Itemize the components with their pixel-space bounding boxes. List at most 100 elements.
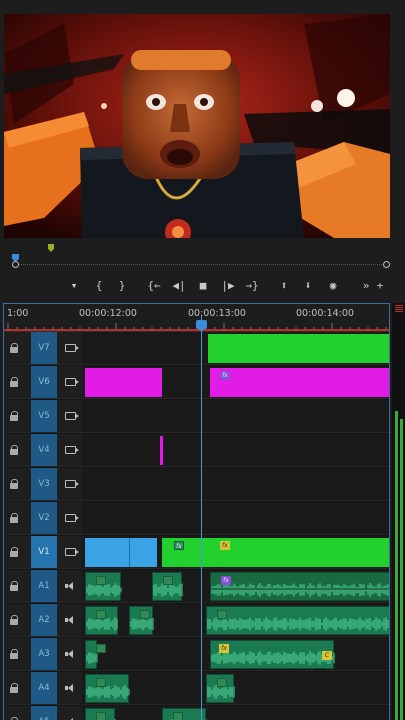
mark-in-button[interactable]: { xyxy=(90,277,108,295)
export-frame-button[interactable]: ◉ xyxy=(324,277,342,295)
track-row-v1[interactable]: V1 fx fx xyxy=(4,536,389,569)
track-row-v2[interactable]: V2 xyxy=(4,502,389,535)
scrubber-track[interactable] xyxy=(14,264,390,265)
mark-out-button[interactable]: } xyxy=(113,277,131,295)
video-clip[interactable]: fx xyxy=(162,538,210,567)
audio-clip[interactable] xyxy=(162,708,207,720)
track-lane[interactable] xyxy=(82,604,389,636)
toggle-output-icon[interactable] xyxy=(65,344,79,352)
fx-badge-icon[interactable]: fx xyxy=(221,576,231,585)
track-lane[interactable]: fx C xyxy=(82,638,389,670)
track-lane[interactable] xyxy=(82,332,389,364)
lock-icon[interactable] xyxy=(10,377,19,387)
audio-clip[interactable] xyxy=(152,572,183,601)
track-lane[interactable]: fx xyxy=(82,570,389,602)
add-marker-button[interactable]: ▾ xyxy=(65,277,83,295)
track-name[interactable]: A5 xyxy=(31,706,57,720)
track-name[interactable]: V3 xyxy=(31,468,57,500)
track-row-a2[interactable]: A2 xyxy=(4,604,389,637)
track-row-v3[interactable]: V3 xyxy=(4,468,389,501)
add-button[interactable]: + xyxy=(371,277,389,295)
toggle-output-icon[interactable] xyxy=(65,480,79,488)
audio-clip[interactable] xyxy=(85,572,122,601)
step-back-button[interactable]: ◀| xyxy=(170,277,188,295)
lock-icon[interactable] xyxy=(10,445,19,455)
fx-badge-icon[interactable]: fx xyxy=(219,644,229,653)
track-name[interactable]: V4 xyxy=(31,434,57,466)
fx-badge-icon[interactable]: fx xyxy=(174,541,184,550)
video-clip[interactable] xyxy=(85,538,129,567)
track-row-v6[interactable]: V6 fx xyxy=(4,366,389,399)
track-lane[interactable] xyxy=(82,706,389,720)
step-forward-button[interactable]: |▶ xyxy=(219,277,237,295)
toggle-output-icon[interactable] xyxy=(65,548,79,556)
video-clip[interactable] xyxy=(129,538,157,567)
speaker-icon[interactable] xyxy=(65,684,73,692)
lock-icon[interactable] xyxy=(10,547,19,557)
track-name[interactable]: A3 xyxy=(31,638,57,670)
track-row-a3[interactable]: A3 fx C xyxy=(4,638,389,671)
track-lane[interactable] xyxy=(82,400,389,432)
audio-clip[interactable] xyxy=(85,708,116,720)
video-clip[interactable]: fx xyxy=(210,368,389,397)
track-row-v7[interactable]: V7 xyxy=(4,332,389,365)
video-clip[interactable] xyxy=(208,334,389,363)
track-lane[interactable] xyxy=(82,434,389,466)
fx-badge-icon[interactable]: fx xyxy=(220,541,230,550)
track-lane[interactable] xyxy=(82,502,389,534)
go-to-in-button[interactable]: {← xyxy=(145,277,163,295)
track-name[interactable]: A2 xyxy=(31,604,57,636)
go-to-out-button[interactable]: →} xyxy=(243,277,261,295)
lock-icon[interactable] xyxy=(10,343,19,353)
monitor-scrubber[interactable] xyxy=(10,244,390,272)
audio-clip[interactable] xyxy=(85,674,130,703)
track-row-v4[interactable]: V4 xyxy=(4,434,389,467)
out-point-handle[interactable] xyxy=(383,261,390,268)
track-row-a1[interactable]: A1 fx xyxy=(4,570,389,603)
lock-icon[interactable] xyxy=(10,581,19,591)
toggle-output-icon[interactable] xyxy=(65,378,79,386)
speaker-icon[interactable] xyxy=(65,650,73,658)
audio-clip[interactable]: fx C xyxy=(210,640,335,669)
toggle-output-icon[interactable] xyxy=(65,412,79,420)
extract-button[interactable]: ⬇ xyxy=(299,277,317,295)
program-monitor[interactable] xyxy=(4,14,390,238)
track-name[interactable]: V1 xyxy=(31,536,57,568)
lock-icon[interactable] xyxy=(10,683,19,693)
track-row-a4[interactable]: A4 xyxy=(4,672,389,705)
audio-clip[interactable]: fx xyxy=(210,572,389,601)
in-point-handle[interactable] xyxy=(12,261,19,268)
video-clip[interactable]: fx xyxy=(210,538,389,567)
video-clip[interactable] xyxy=(85,368,162,397)
lock-icon[interactable] xyxy=(10,615,19,625)
track-row-a5[interactable]: A5 xyxy=(4,706,389,720)
track-name[interactable]: A4 xyxy=(31,672,57,704)
track-name[interactable]: V5 xyxy=(31,400,57,432)
playhead-line[interactable] xyxy=(201,316,202,720)
toggle-output-icon[interactable] xyxy=(65,514,79,522)
lock-icon[interactable] xyxy=(10,411,19,421)
track-name[interactable]: V2 xyxy=(31,502,57,534)
track-lane[interactable]: fx xyxy=(82,366,389,398)
fx-badge-icon[interactable]: fx xyxy=(220,371,230,380)
audio-clip[interactable] xyxy=(206,674,235,703)
track-name[interactable]: V6 xyxy=(31,366,57,398)
video-clip[interactable] xyxy=(160,436,163,465)
lock-icon[interactable] xyxy=(10,479,19,489)
audio-clip[interactable] xyxy=(85,640,106,669)
track-lane[interactable] xyxy=(82,672,389,704)
lock-icon[interactable] xyxy=(10,513,19,523)
marker-icon[interactable] xyxy=(48,244,54,252)
stop-button[interactable]: ■ xyxy=(194,277,212,295)
toggle-output-icon[interactable] xyxy=(65,446,79,454)
timeline-panel[interactable]: 1:00 00:00:12:00 00:00:13:00 00:00:14:00… xyxy=(3,303,390,720)
audio-clip[interactable] xyxy=(129,606,154,635)
track-row-v5[interactable]: V5 xyxy=(4,400,389,433)
track-name[interactable]: A1 xyxy=(31,570,57,602)
lift-button[interactable]: ⬆ xyxy=(275,277,293,295)
audio-clip[interactable] xyxy=(206,606,389,635)
audio-clip[interactable] xyxy=(85,606,118,635)
clip-marker-badge[interactable]: C xyxy=(322,651,332,660)
lock-icon[interactable] xyxy=(10,649,19,659)
track-lane[interactable] xyxy=(82,468,389,500)
